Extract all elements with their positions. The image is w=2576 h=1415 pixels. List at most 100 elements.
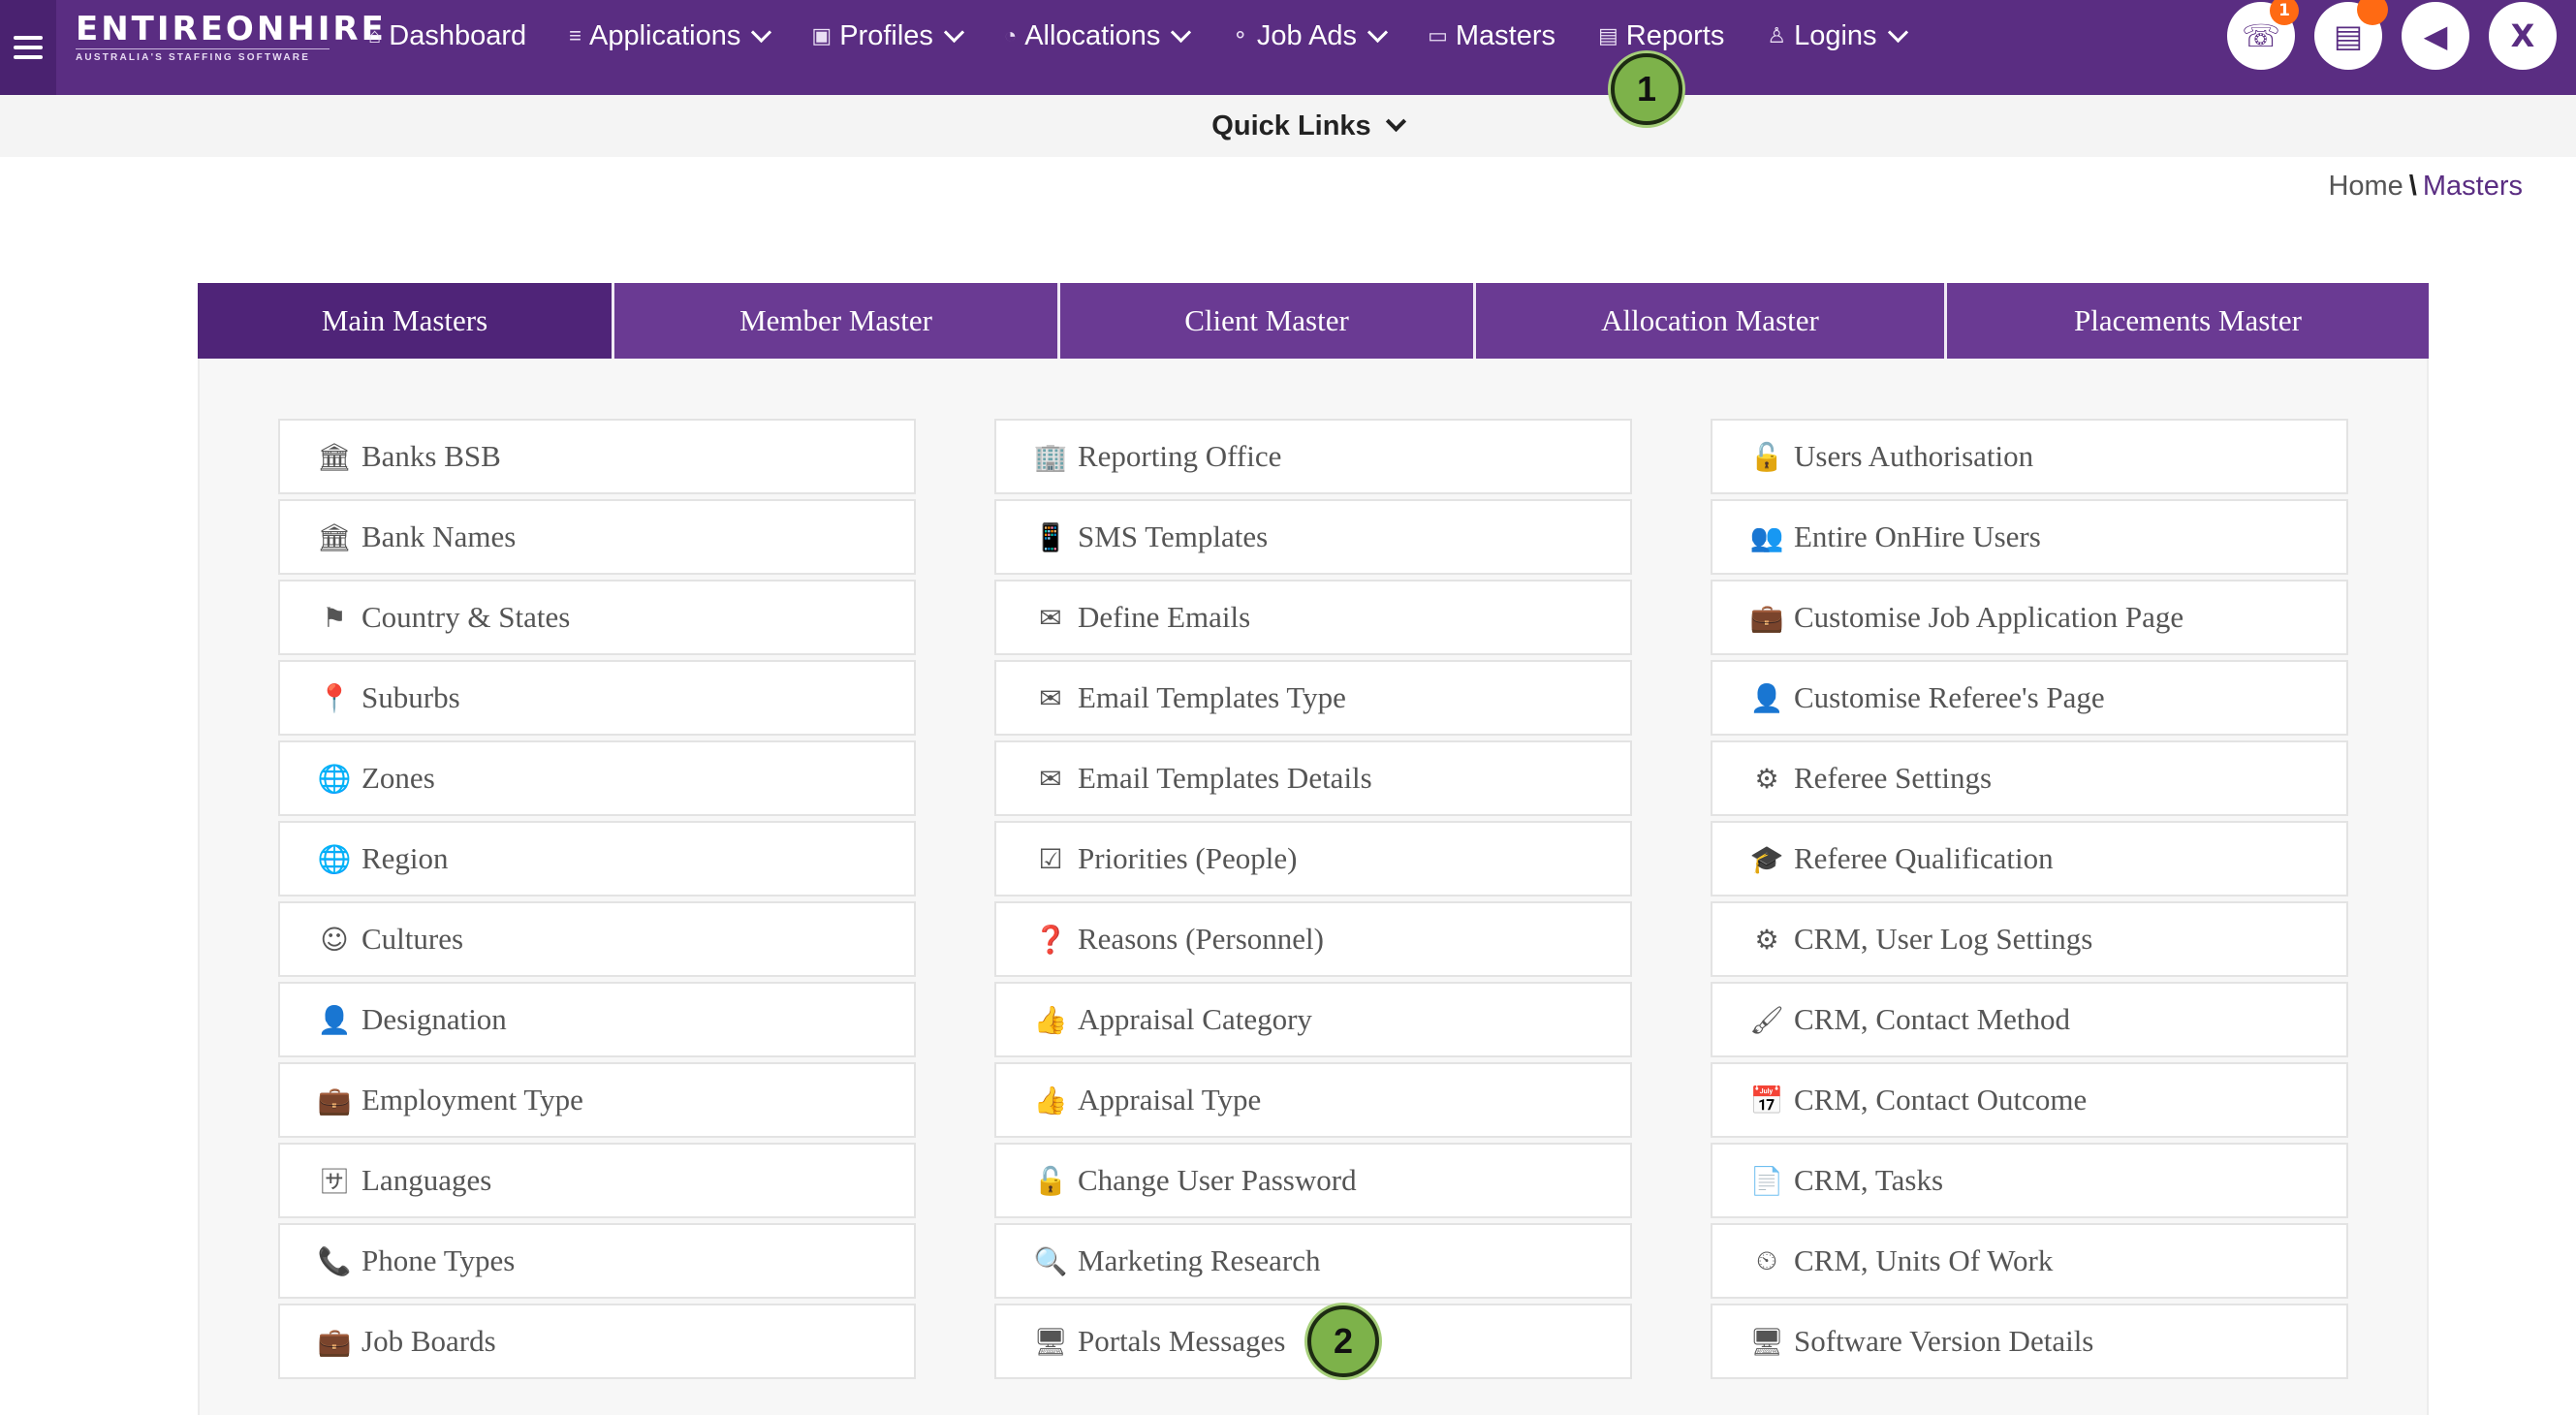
master-item-label: Suburbs (361, 680, 460, 714)
master-item-email-templates-details[interactable]: ✉ Email Templates Details (994, 740, 1632, 816)
sms-templates-icon: 📱 (1033, 520, 1068, 553)
chevron-down-icon (1171, 21, 1192, 43)
dashboard-nav-icon: ⌂ (368, 23, 382, 47)
reasons-personnel-icon: ❓ (1033, 923, 1068, 956)
master-item-label: Job Boards (361, 1324, 496, 1358)
cultures-icon: ☺ (320, 923, 349, 956)
nav-job-ads[interactable]: ⚬ Job Ads (1231, 20, 1389, 52)
marketing-research-icon: 🔍 (1033, 1244, 1068, 1277)
master-item-define-emails[interactable]: ✉ Define Emails (994, 580, 1632, 655)
master-item-cultures[interactable]: ☺ Cultures (278, 901, 916, 977)
master-item-sms-templates[interactable]: 📱 SMS Templates (994, 499, 1632, 575)
megaphone-icon: ◀ (2423, 17, 2448, 54)
job-ads-nav-icon: ⚬ (1231, 23, 1249, 47)
master-item-bank-names[interactable]: 🏛 Bank Names (278, 499, 916, 575)
nav-applications[interactable]: ≡ Applications (569, 19, 772, 52)
nav-profiles[interactable]: ▣ Profiles (811, 20, 964, 52)
nav-dashboard[interactable]: ⌂ Dashboard (368, 20, 526, 52)
master-item-label: Email Templates Type (1078, 680, 1346, 714)
brand-logo[interactable]: ENTIREONHIRE AUSTRALIA'S STAFFING SOFTWA… (76, 10, 384, 65)
master-item-crm-tasks[interactable]: 📄 CRM, Tasks (1711, 1143, 2348, 1218)
master-item-label: Designation (361, 1002, 507, 1036)
master-item-change-user-password[interactable]: 🔓 Change User Password (994, 1143, 1632, 1218)
master-item-crm-user-log-settings[interactable]: ⚙ CRM, User Log Settings (1711, 901, 2348, 977)
user-avatar-button[interactable]: X (2489, 2, 2557, 70)
quick-links-toggle[interactable]: Quick Links (1173, 110, 1406, 142)
master-item-entire-onhire-users[interactable]: 👥 Entire OnHire Users (1711, 499, 2348, 575)
master-item-suburbs[interactable]: 📍 Suburbs (278, 660, 916, 736)
tab-client-master[interactable]: Client Master (1060, 283, 1476, 359)
logo-tagline: AUSTRALIA'S STAFFING SOFTWARE (76, 48, 330, 65)
breadcrumb-current: Masters (2422, 171, 2523, 202)
nav-label: Applications (589, 19, 741, 51)
banks-bsb-icon: 🏛 (317, 440, 352, 473)
master-item-software-version-details[interactable]: 🖥 Software Version Details (1711, 1304, 2348, 1379)
master-item-label: Languages (361, 1163, 492, 1197)
phone-icon: ☏ (2241, 17, 2280, 54)
nav-label: Reports (1625, 19, 1725, 51)
master-item-label: Portals Messages (1078, 1324, 1286, 1358)
masters-column-2: 🏢 Reporting Office 📱 SMS Templates ✉ Define E… (994, 419, 1632, 1384)
tab-allocation-master[interactable]: Allocation Master (1476, 283, 1947, 359)
master-item-users-authorisation[interactable]: 🔓 Users Authorisation (1711, 419, 2348, 494)
crm-user-log-settings-icon: ⚙ (1754, 923, 1779, 956)
master-item-priorities-people[interactable]: ☑ Priorities (People) (994, 821, 1632, 896)
master-item-label: Reporting Office (1078, 439, 1282, 473)
chevron-down-icon (1385, 110, 1406, 132)
master-item-crm-contact-method[interactable]: 🖌 CRM, Contact Method (1711, 982, 2348, 1057)
master-item-label: Appraisal Category (1078, 1002, 1312, 1036)
master-item-banks-bsb[interactable]: 🏛 Banks BSB (278, 419, 916, 494)
nav-masters[interactable]: ▭ Masters (1428, 20, 1555, 52)
master-item-region[interactable]: 🌐 Region (278, 821, 916, 896)
quick-links-label: Quick Links (1211, 110, 1371, 142)
master-item-referee-qualification[interactable]: 🎓 Referee Qualification (1711, 821, 2348, 896)
breadcrumb-separator: \ (2408, 171, 2417, 202)
breadcrumb-home[interactable]: Home (2328, 171, 2403, 202)
master-item-referee-settings[interactable]: ⚙ Referee Settings (1711, 740, 2348, 816)
nav-reports[interactable]: ▤ Reports (1598, 20, 1724, 52)
master-item-appraisal-category[interactable]: 👍 Appraisal Category (994, 982, 1632, 1057)
master-item-customise-job-application-page[interactable]: 💼 Customise Job Application Page (1711, 580, 2348, 655)
master-item-crm-units-of-work[interactable]: ⏲ CRM, Units Of Work (1711, 1223, 2348, 1299)
master-item-email-templates-type[interactable]: ✉ Email Templates Type (994, 660, 1632, 736)
crm-contact-outcome-icon: 📅 (1749, 1084, 1784, 1116)
tab-main-masters[interactable]: Main Masters (198, 283, 614, 359)
languages-icon: 🈂 (320, 1166, 348, 1198)
master-item-crm-contact-outcome[interactable]: 📅 CRM, Contact Outcome (1711, 1062, 2348, 1138)
allocations-nav-icon: ◔ (1003, 23, 1018, 47)
referee-qualification-icon: 🎓 (1749, 842, 1784, 875)
quick-links-bar: Quick Links (0, 95, 2576, 157)
step-marker-1: 1 (1611, 53, 1682, 125)
phone-button[interactable]: ☏ 1 (2227, 0, 2299, 70)
master-item-reporting-office[interactable]: 🏢 Reporting Office (994, 419, 1632, 494)
master-item-job-boards[interactable]: 💼 Job Boards (278, 1304, 916, 1379)
master-item-marketing-research[interactable]: 🔍 Marketing Research (994, 1223, 1632, 1299)
master-item-label: Priorities (People) (1078, 841, 1298, 875)
document-button[interactable]: ▤ (2314, 0, 2388, 70)
bank-names-icon: 🏛 (317, 520, 352, 553)
email-templates-details-icon: ✉ (1039, 762, 1062, 795)
email-templates-type-icon: ✉ (1039, 681, 1062, 714)
suburbs-icon: 📍 (317, 681, 352, 714)
master-item-reasons-personnel[interactable]: ❓ Reasons (Personnel) (994, 901, 1632, 977)
tab-placements-master[interactable]: Placements Master (1947, 283, 2429, 359)
master-item-zones[interactable]: 🌐 Zones (278, 740, 916, 816)
master-item-designation[interactable]: 👤 Designation (278, 982, 916, 1057)
crm-contact-method-icon: 🖌 (1749, 1003, 1784, 1036)
employment-type-icon: 💼 (317, 1084, 352, 1116)
master-item-label: Country & States (361, 600, 571, 634)
menu-toggle-button[interactable] (0, 0, 56, 95)
master-item-employment-type[interactable]: 💼 Employment Type (278, 1062, 916, 1138)
chevron-down-icon (751, 21, 772, 43)
main-menu: ⌂ Dashboard ≡ Applications ▣ Profiles ◔ Allocat… (368, 0, 1948, 72)
nav-allocations[interactable]: ◔ Allocations (1003, 20, 1192, 52)
nav-logins[interactable]: ♙ Logins (1767, 20, 1908, 52)
master-item-languages[interactable]: 🈂 Languages (278, 1143, 916, 1218)
master-item-customise-referee-s-page[interactable]: 👤 Customise Referee's Page (1711, 660, 2348, 736)
master-item-appraisal-type[interactable]: 👍 Appraisal Type (994, 1062, 1632, 1138)
master-item-phone-types[interactable]: 📞 Phone Types (278, 1223, 916, 1299)
announcement-button[interactable]: ◀ (2402, 2, 2469, 70)
master-item-country-states[interactable]: ⚑ Country & States (278, 580, 916, 655)
tab-member-master[interactable]: Member Master (614, 283, 1060, 359)
hamburger-icon (14, 36, 43, 59)
